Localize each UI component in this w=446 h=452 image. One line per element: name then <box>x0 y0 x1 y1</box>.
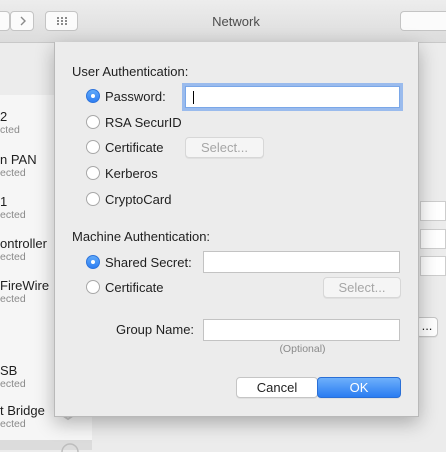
service-status: ected <box>0 418 26 430</box>
password-input[interactable] <box>185 86 400 108</box>
group-name-label: Group Name: <box>116 322 195 337</box>
service-status: ected <box>0 209 26 221</box>
user-certificate-select-button[interactable]: Select... <box>185 137 264 158</box>
radio-certificate-label: Certificate <box>105 139 164 155</box>
title-bar: Network <box>0 0 446 43</box>
radio-unselected-icon <box>86 166 100 180</box>
show-all-button[interactable] <box>45 11 78 31</box>
service-name: SB <box>0 363 18 378</box>
radio-password-label: Password: <box>105 88 166 104</box>
service-status: ected <box>0 293 26 305</box>
background-field <box>420 201 446 221</box>
radio-cryptocard-label: CryptoCard <box>105 191 172 207</box>
radio-machine-certificate[interactable]: Certificate <box>86 278 164 296</box>
group-name-input[interactable] <box>203 319 400 341</box>
radio-password[interactable]: Password: <box>86 87 166 105</box>
service-status: ected <box>0 167 26 179</box>
background-field <box>420 256 446 276</box>
radio-selected-icon <box>86 89 100 103</box>
machine-authentication-label: Machine Authentication: <box>72 229 211 244</box>
radio-unselected-icon <box>86 140 100 154</box>
service-name: n PAN <box>0 152 37 167</box>
radio-rsa-securid-label: RSA SecurID <box>105 114 182 130</box>
service-status: ected <box>0 378 26 390</box>
radio-certificate[interactable]: Certificate <box>86 138 164 156</box>
search-field[interactable] <box>400 11 446 31</box>
back-button[interactable] <box>0 11 10 31</box>
cancel-button[interactable]: Cancel <box>236 377 318 398</box>
ok-button[interactable]: OK <box>317 377 401 398</box>
radio-machine-certificate-label: Certificate <box>105 279 164 295</box>
text-caret <box>193 91 194 104</box>
radio-rsa-securid[interactable]: RSA SecurID <box>86 113 182 131</box>
sidebar-bottom-icon <box>61 443 79 452</box>
service-name: FireWire <box>0 278 50 293</box>
radio-shared-secret[interactable]: Shared Secret: <box>86 253 192 271</box>
service-name: 2 <box>0 109 8 124</box>
service-status: cted <box>0 124 20 136</box>
radio-selected-icon <box>86 255 100 269</box>
window-title: Network <box>212 14 260 29</box>
radio-unselected-icon <box>86 280 100 294</box>
radio-cryptocard[interactable]: CryptoCard <box>86 190 171 208</box>
background-more-button[interactable]: ... <box>416 317 438 337</box>
radio-kerberos[interactable]: Kerberos <box>86 164 158 182</box>
service-name: t Bridge <box>0 403 45 418</box>
service-name: 1 <box>0 194 8 209</box>
machine-certificate-select-button[interactable]: Select... <box>323 277 401 298</box>
vpn-authentication-sheet: User Authentication: Password: RSA Secur… <box>54 42 419 417</box>
group-name-hint: (Optional) <box>279 343 326 355</box>
chevron-right-icon <box>20 16 26 26</box>
service-name: ontroller <box>0 236 47 251</box>
forward-button[interactable] <box>10 11 34 31</box>
service-status: ected <box>0 251 26 263</box>
radio-unselected-icon <box>86 115 100 129</box>
background-field <box>420 229 446 249</box>
shared-secret-input[interactable] <box>203 251 400 273</box>
radio-kerberos-label: Kerberos <box>105 165 158 181</box>
radio-shared-secret-label: Shared Secret: <box>105 254 192 270</box>
grid-icon <box>57 17 67 25</box>
radio-unselected-icon <box>86 192 100 206</box>
user-authentication-label: User Authentication: <box>72 64 189 79</box>
